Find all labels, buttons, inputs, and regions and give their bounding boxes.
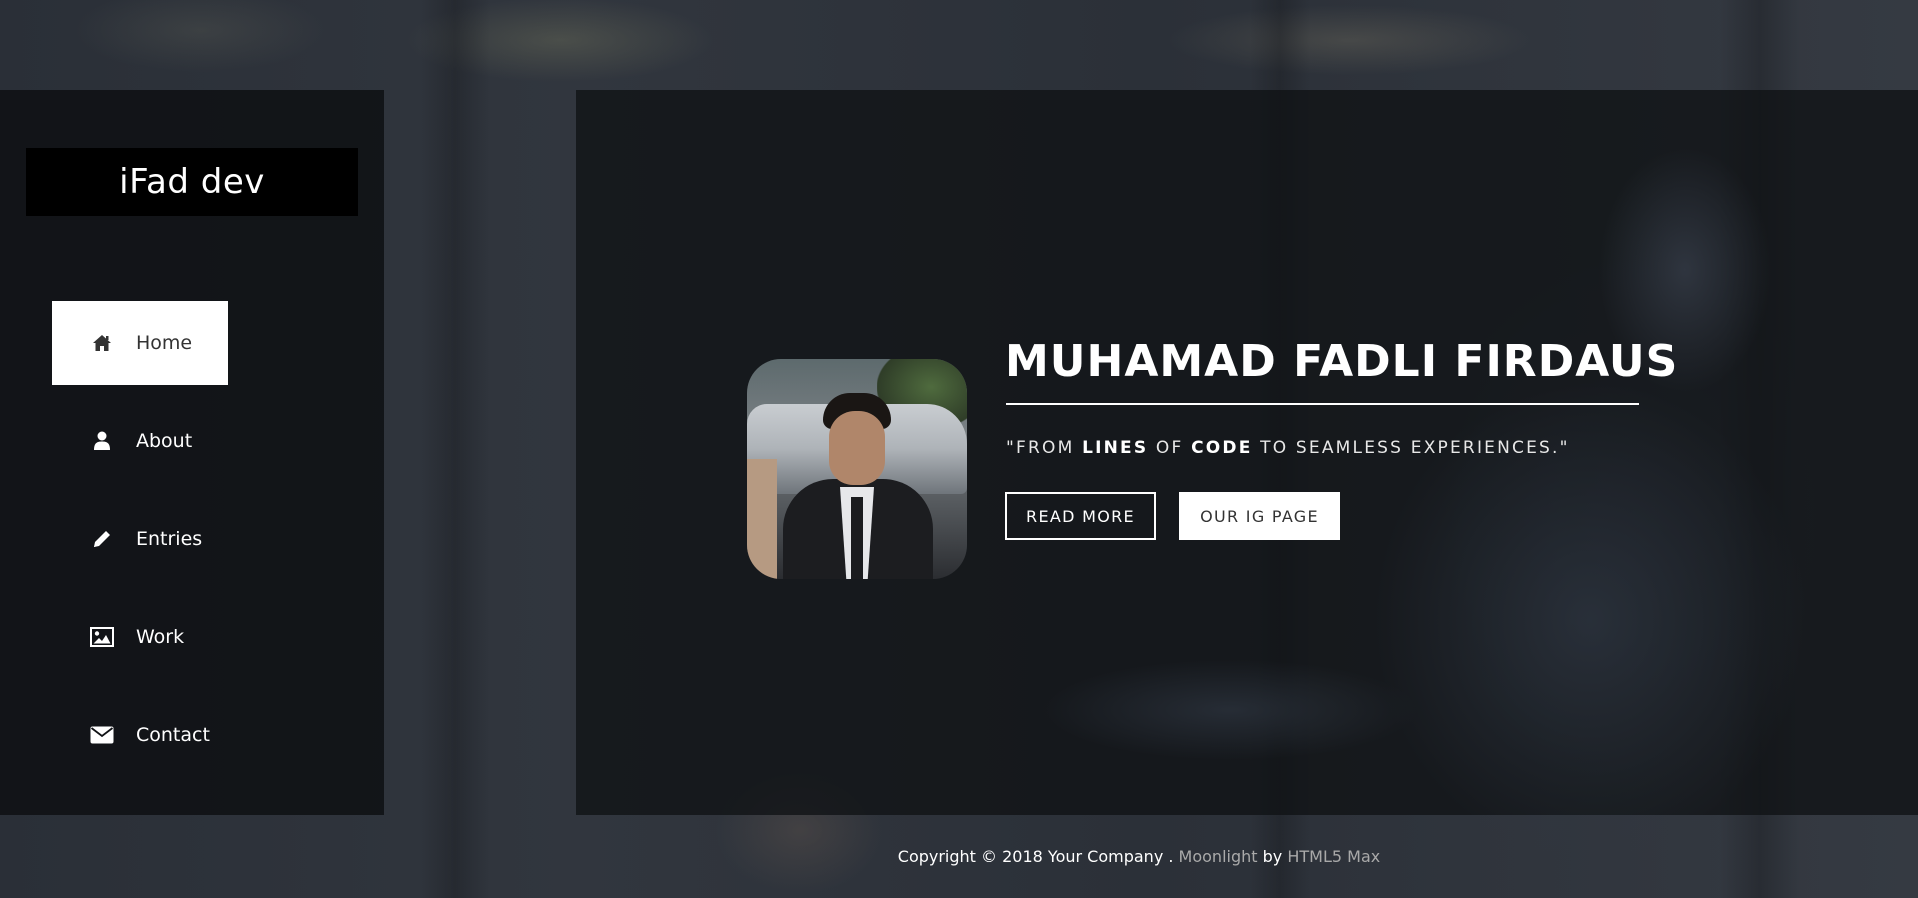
image-icon bbox=[90, 627, 114, 647]
sidebar-item-home[interactable]: Home bbox=[52, 301, 228, 385]
tagline-text: OF bbox=[1148, 438, 1192, 458]
tagline-emphasis: LINES bbox=[1082, 438, 1149, 458]
sidebar-item-entries[interactable]: Entries bbox=[52, 497, 228, 581]
tagline-text: TO SEAMLESS EXPERIENCES." bbox=[1252, 438, 1570, 458]
tagline-emphasis: CODE bbox=[1191, 438, 1253, 458]
read-more-button[interactable]: READ MORE bbox=[1005, 492, 1156, 540]
sidebar: iFad dev Home About Entries Work Contact bbox=[0, 90, 384, 815]
sidebar-item-contact[interactable]: Contact bbox=[52, 693, 228, 777]
sidebar-item-label: Work bbox=[136, 626, 185, 648]
pencil-icon bbox=[90, 529, 114, 549]
sidebar-item-work[interactable]: Work bbox=[52, 595, 228, 679]
sidebar-item-label: Home bbox=[136, 332, 193, 354]
hero-title: MUHAMAD FADLI FIRDAUS bbox=[1005, 336, 1679, 387]
sidebar-nav: Home About Entries Work Contact bbox=[52, 301, 332, 791]
home-icon bbox=[90, 333, 114, 353]
ig-page-button[interactable]: OUR IG PAGE bbox=[1179, 492, 1340, 540]
footer-author-link[interactable]: HTML5 Max bbox=[1287, 847, 1380, 866]
footer-copyright: Copyright © 2018 Your Company . bbox=[897, 847, 1174, 866]
footer-by-text: by bbox=[1262, 847, 1283, 866]
sidebar-item-label: Contact bbox=[136, 724, 210, 746]
sidebar-item-about[interactable]: About bbox=[52, 399, 228, 483]
title-divider bbox=[1006, 403, 1639, 405]
envelope-icon bbox=[90, 725, 114, 745]
logo[interactable]: iFad dev bbox=[26, 148, 358, 216]
footer-theme-link[interactable]: Moonlight bbox=[1179, 847, 1258, 866]
logo-text: iFad dev bbox=[119, 162, 265, 202]
footer: Copyright © 2018 Your Company . Moonligh… bbox=[0, 815, 1918, 898]
tagline-text: "FROM bbox=[1006, 438, 1083, 458]
background-trunk bbox=[420, 0, 490, 898]
sidebar-item-label: About bbox=[136, 430, 193, 452]
user-icon bbox=[90, 431, 114, 451]
profile-photo bbox=[747, 359, 967, 579]
hero-tagline: "FROM LINES OF CODE TO SEAMLESS EXPERIEN… bbox=[1006, 438, 1570, 458]
sidebar-item-label: Entries bbox=[136, 528, 203, 550]
